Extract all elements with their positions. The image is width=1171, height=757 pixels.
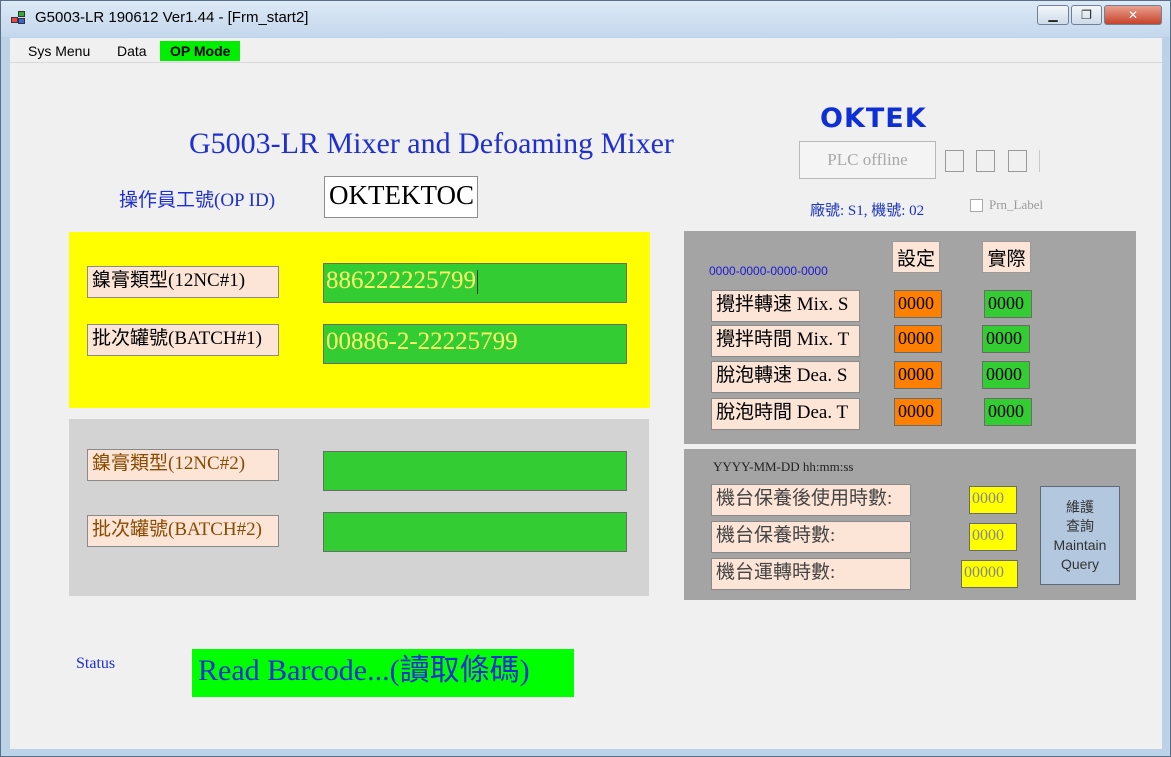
- param-actual-mix-time: 0000: [982, 325, 1030, 353]
- indicator-box-1: [945, 150, 964, 172]
- params-code: 0000-0000-0000-0000: [709, 264, 828, 278]
- batch1-panel: [69, 232, 650, 408]
- main-window: G5003-LR 190612 Ver1.44 - [Frm_start2] ▁…: [0, 0, 1171, 757]
- batch1-type-value: 886222225799: [326, 267, 476, 294]
- maximize-button[interactable]: ❐: [1071, 5, 1102, 25]
- menu-op-mode[interactable]: OP Mode: [160, 41, 241, 61]
- param-set-mix-speed[interactable]: 0000: [894, 290, 942, 318]
- op-id-input[interactable]: OKTEKTOC: [324, 176, 478, 218]
- menu-sys-menu[interactable]: Sys Menu: [24, 41, 94, 61]
- plc-status-button[interactable]: PLC offline: [799, 141, 936, 179]
- batch2-panel: [69, 419, 649, 596]
- maint-label-service-hours: 機台保養時數:: [711, 521, 911, 553]
- maint-value-service-hours: 0000: [969, 523, 1017, 551]
- factory-info: 廠號: S1, 機號: 02: [810, 203, 925, 219]
- batch2-batch-label: 批次罐號(BATCH#2): [87, 515, 279, 547]
- batch2-batch-input[interactable]: [323, 512, 627, 552]
- maint-value-run-hours: 00000: [961, 560, 1018, 588]
- maintain-query-line1: 維護: [1066, 498, 1094, 515]
- close-button[interactable]: ✕: [1104, 5, 1162, 25]
- batch1-batch-input[interactable]: 00886-2-22225799: [323, 324, 627, 364]
- batch2-type-input[interactable]: [323, 451, 627, 491]
- datetime-format: YYYY-MM-DD hh:mm:ss: [713, 459, 854, 474]
- maintain-query-button[interactable]: 維護 查詢 Maintain Query: [1040, 486, 1120, 585]
- param-label-defoam-time: 脫泡時間 Dea. T: [711, 398, 860, 430]
- maintain-query-line3: Maintain: [1053, 536, 1107, 553]
- param-label-defoam-speed: 脫泡轉速 Dea. S: [711, 361, 860, 393]
- param-actual-defoam-speed: 0000: [982, 361, 1030, 389]
- setting-header: 設定: [892, 241, 940, 273]
- main-content: G5003-LR Mixer and Defoaming Mixer OKTEK…: [10, 63, 1162, 749]
- prn-label-checkbox[interactable]: Prn_Label: [970, 197, 1043, 213]
- maint-value-hours-since-service: 0000: [969, 486, 1017, 514]
- minimize-button[interactable]: ▁: [1037, 5, 1069, 25]
- maint-label-hours-since-service: 機台保養後使用時數:: [711, 484, 911, 516]
- param-label-mix-speed: 攪拌轉速 Mix. S: [711, 290, 860, 322]
- batch1-type-label: 鎳膏類型(12NC#1): [87, 266, 279, 298]
- op-id-label: 操作員工號(OP ID): [119, 190, 276, 211]
- batch1-batch-label: 批次罐號(BATCH#1): [87, 324, 279, 356]
- param-actual-defoam-time: 0000: [984, 398, 1032, 426]
- title-bar[interactable]: G5003-LR 190612 Ver1.44 - [Frm_start2] ▁…: [1, 1, 1170, 37]
- maintain-query-line2: 查詢: [1066, 517, 1094, 534]
- indicator-divider: [1039, 150, 1040, 172]
- app-icon: [11, 11, 27, 25]
- checkbox-icon[interactable]: [970, 198, 983, 212]
- status-message: Read Barcode...(讀取條碼): [192, 649, 574, 697]
- text-caret: [477, 270, 478, 295]
- param-actual-mix-speed: 0000: [984, 290, 1032, 318]
- maintain-query-line4: Query: [1060, 555, 1100, 572]
- app-title: G5003-LR Mixer and Defoaming Mixer: [189, 127, 674, 160]
- param-label-mix-time: 攪拌時間 Mix. T: [711, 325, 860, 357]
- batch2-type-label: 鎳膏類型(12NC#2): [87, 449, 279, 481]
- status-label: Status: [76, 655, 116, 672]
- menu-bar: Sys Menu Data OP Mode: [10, 38, 1162, 63]
- indicator-box-3: [1008, 150, 1027, 172]
- param-set-defoam-speed[interactable]: 0000: [894, 361, 942, 389]
- actual-header: 實際: [982, 241, 1031, 273]
- indicator-box-2: [976, 150, 995, 172]
- menu-data[interactable]: Data: [113, 41, 151, 61]
- oktek-logo: OKTEK: [820, 103, 927, 134]
- batch1-type-input[interactable]: 886222225799: [323, 263, 627, 303]
- prn-label-text: Prn_Label: [989, 197, 1044, 212]
- param-set-defoam-time[interactable]: 0000: [894, 398, 942, 426]
- window-title: G5003-LR 190612 Ver1.44 - [Frm_start2]: [35, 9, 309, 26]
- maint-label-run-hours: 機台運轉時數:: [711, 558, 911, 590]
- param-set-mix-time[interactable]: 0000: [894, 325, 942, 353]
